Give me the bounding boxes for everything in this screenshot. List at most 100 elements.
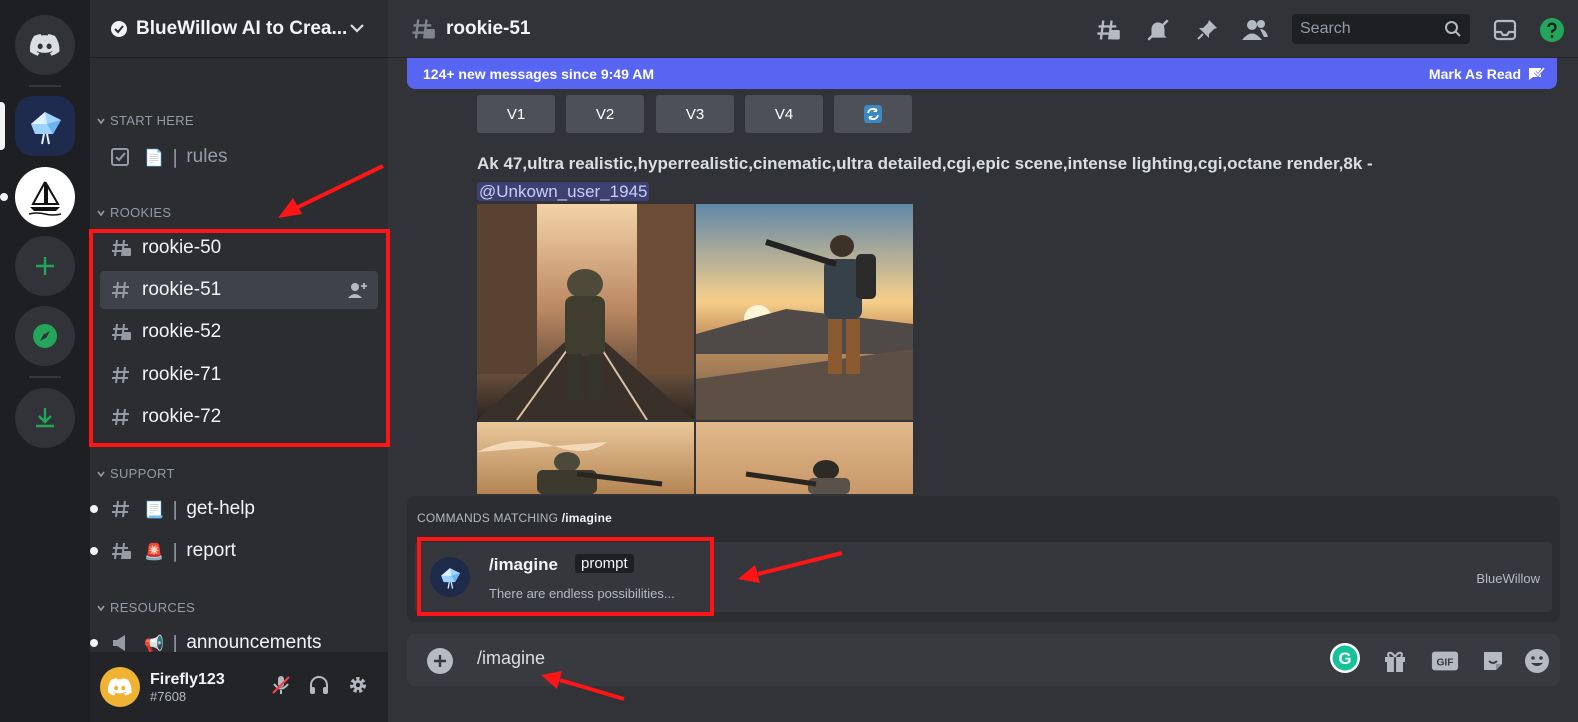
plus-icon <box>434 655 446 667</box>
threads-button[interactable] <box>1094 16 1122 44</box>
username: Firefly123 <box>150 670 225 688</box>
pin-icon <box>1197 20 1217 40</box>
variation-1-button[interactable]: V1 <box>477 95 555 133</box>
discord-home-button[interactable] <box>15 15 75 75</box>
message-content: Ak 47,ultra realistic,hyperrealistic,cin… <box>477 150 1557 206</box>
megaphone-emoji-icon: 📢 <box>144 633 164 653</box>
sticker-button[interactable] <box>1479 647 1507 675</box>
channel-separator: | <box>171 498 179 520</box>
category-label: START HERE <box>110 113 194 128</box>
search-input[interactable]: Search <box>1292 14 1470 44</box>
channel-label: announcements <box>186 632 322 653</box>
inbox-button[interactable] <box>1491 16 1519 44</box>
channel-rules[interactable]: 📄 | rules <box>100 138 378 176</box>
command-source: BlueWillow <box>1476 571 1540 586</box>
guild-name: BlueWillow AI to Crea... <box>136 17 348 39</box>
generated-image-3[interactable] <box>477 422 694 494</box>
message-input[interactable]: /imagine <box>477 648 545 669</box>
annotation-box-imagine-command <box>417 537 714 616</box>
mute-button[interactable] <box>268 672 294 698</box>
channel-label: report <box>186 540 236 561</box>
generated-image-1[interactable] <box>477 204 694 420</box>
channel-get-help[interactable]: 📃 | get-help <box>90 490 378 528</box>
avatar[interactable] <box>100 667 140 707</box>
user-panel: Firefly123 #7608 <box>90 652 388 722</box>
command-suggestions-header: COMMANDS MATCHING /imagine <box>417 511 612 525</box>
mark-as-read-button[interactable]: Mark As Read <box>1429 66 1521 82</box>
reroll-button[interactable] <box>834 95 912 133</box>
generated-image-2[interactable] <box>696 204 913 420</box>
explore-servers-button[interactable] <box>15 306 75 366</box>
rail-separator <box>29 85 61 87</box>
user-settings-button[interactable] <box>345 672 371 698</box>
bell-muted-icon <box>1147 19 1169 41</box>
headphones-icon <box>310 676 328 694</box>
category-label: SUPPORT <box>110 466 175 481</box>
user-tag: #7608 <box>150 688 187 704</box>
grammarly-icon: G <box>1330 643 1360 673</box>
inbox-icon <box>1493 19 1517 41</box>
upload-button[interactable] <box>427 648 453 674</box>
mark-read-icon <box>1529 67 1545 80</box>
microphone-muted-icon <box>272 676 290 694</box>
notification-settings-button[interactable] <box>1144 16 1172 44</box>
unread-dot <box>90 505 98 513</box>
download-apps-button[interactable] <box>15 388 75 448</box>
plus-icon <box>36 257 54 275</box>
verified-badge-icon <box>111 20 127 37</box>
svg-text:GIF: GIF <box>1436 658 1453 669</box>
search-placeholder: Search <box>1300 20 1351 37</box>
new-messages-text: 124+ new messages since 9:49 AM <box>423 65 654 82</box>
gif-icon: GIF <box>1431 651 1459 671</box>
variation-4-button[interactable]: V4 <box>745 95 823 133</box>
category-rookies[interactable]: ROOKIES <box>96 205 171 220</box>
server-bluewillow[interactable] <box>15 96 75 156</box>
channel-report[interactable]: 🚨 | report <box>90 532 378 570</box>
deafen-button[interactable] <box>306 672 332 698</box>
category-support[interactable]: SUPPORT <box>96 466 175 481</box>
category-resources[interactable]: RESOURCES <box>96 600 195 615</box>
category-start-here[interactable]: START HERE <box>96 113 194 128</box>
member-list-button[interactable] <box>1241 16 1269 44</box>
svg-text:G: G <box>1338 649 1351 668</box>
variation-2-button[interactable]: V2 <box>566 95 644 133</box>
sticker-icon <box>1484 652 1502 670</box>
prompt-text: Ak 47,ultra realistic,hyperrealistic,cin… <box>477 154 1373 173</box>
user-mention[interactable]: @Unkown_user_1945 <box>477 182 650 201</box>
rail-separator <box>29 376 61 378</box>
compass-icon <box>33 324 57 348</box>
page-emoji-icon: 📄 <box>144 147 164 167</box>
guild-header[interactable]: BlueWillow AI to Crea... <box>90 0 388 58</box>
user-info[interactable]: Firefly123 #7608 <box>150 671 225 704</box>
soldier-at-sunset-image <box>696 204 913 420</box>
rules-channel-icon <box>111 148 129 166</box>
gif-button[interactable]: GIF <box>1431 647 1459 675</box>
chevron-down-icon[interactable] <box>348 19 366 37</box>
header-prefix: COMMANDS MATCHING <box>417 511 559 525</box>
download-icon <box>36 408 54 428</box>
soldier-on-rails-image <box>477 204 694 420</box>
variation-3-button[interactable]: V3 <box>656 95 734 133</box>
category-label: ROOKIES <box>110 205 172 220</box>
channel-separator: | <box>171 632 179 654</box>
emoji-button[interactable] <box>1523 647 1551 675</box>
generated-image-grid[interactable] <box>477 204 913 494</box>
refresh-icon <box>864 105 882 123</box>
message-composer[interactable]: /imagine G GIF <box>407 634 1560 686</box>
unread-dot <box>0 193 8 201</box>
pinned-messages-button[interactable] <box>1193 16 1221 44</box>
grammarly-button[interactable]: G <box>1329 642 1361 674</box>
hash-thread-icon <box>112 542 131 560</box>
gift-icon <box>1385 651 1405 672</box>
server-midjourney[interactable] <box>15 167 75 227</box>
new-messages-bar[interactable]: 124+ new messages since 9:49 AM Mark As … <box>407 58 1557 89</box>
hash-icon <box>112 500 129 518</box>
gift-button[interactable] <box>1381 647 1409 675</box>
bearded-soldier-image <box>696 422 913 494</box>
help-button[interactable] <box>1538 16 1566 44</box>
channel-label: get-help <box>186 498 255 519</box>
generated-image-4[interactable] <box>696 422 913 494</box>
add-server-button[interactable] <box>15 236 75 296</box>
document-emoji-icon: 📃 <box>144 499 164 519</box>
chevron-down-icon <box>97 118 105 124</box>
